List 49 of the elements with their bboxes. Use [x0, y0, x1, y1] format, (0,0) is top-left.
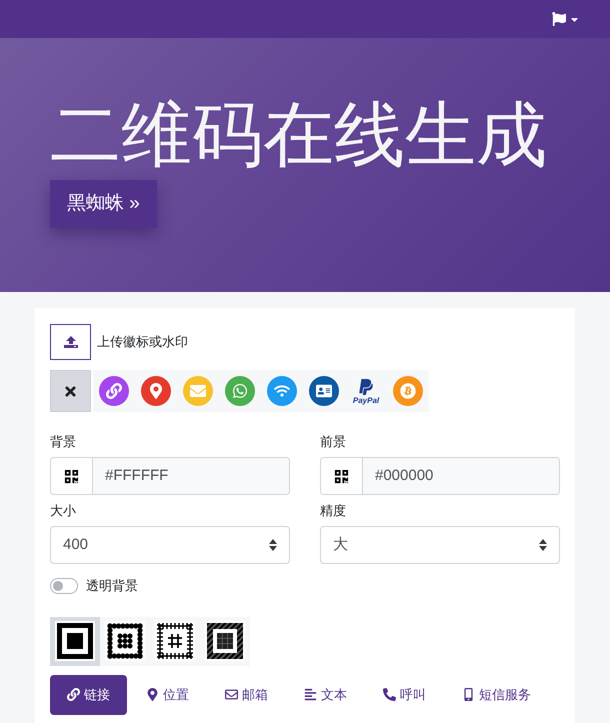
dotted-eye-icon	[107, 623, 143, 659]
toggle-switch[interactable]	[50, 578, 78, 594]
color-input-field[interactable]: #000000	[320, 457, 560, 495]
select-field[interactable]: 大	[320, 526, 560, 564]
select-field[interactable]: 400	[50, 526, 290, 564]
text-lines-icon	[304, 688, 317, 701]
tab[interactable]: 呼叫	[366, 674, 443, 714]
square-eye-icon	[57, 623, 93, 659]
link-icon	[67, 688, 80, 701]
select-arrows-icon	[269, 539, 277, 551]
close-icon	[63, 384, 78, 398]
upload-label: 上传徽标或水印	[97, 333, 188, 352]
hero-button[interactable]: 黑蜘蛛 »	[50, 180, 157, 228]
tab[interactable]: 链接	[50, 674, 127, 714]
tab[interactable]: 文本	[287, 674, 364, 714]
field-label: 背景	[50, 433, 77, 451]
envelope-icon	[225, 688, 238, 701]
id-card-icon	[309, 376, 339, 406]
map-pin-icon	[141, 376, 171, 406]
flag-icon	[551, 12, 567, 26]
phone-chat-icon	[225, 376, 255, 406]
bitcoin-icon	[393, 376, 423, 406]
tab[interactable]: 位置	[129, 674, 206, 714]
no-logo-button[interactable]	[50, 370, 91, 412]
language-dropdown-button[interactable]	[551, 12, 580, 26]
wifi-icon	[267, 376, 297, 406]
qr-code-icon	[321, 458, 363, 494]
select-arrows-icon	[539, 539, 547, 551]
envelope-icon	[183, 376, 213, 406]
qr-code-icon	[51, 458, 93, 494]
mobile-phone-icon	[462, 688, 475, 701]
link-icon	[99, 376, 129, 406]
field-label: 前景	[320, 433, 347, 451]
color-input-field[interactable]: #FFFFFF	[50, 457, 290, 495]
grid-eye-icon	[157, 623, 193, 659]
phone-icon	[383, 688, 396, 701]
upload-icon	[64, 336, 78, 348]
striped-eye-icon	[207, 623, 243, 659]
logo-wordmark: PayPal	[352, 396, 380, 404]
field-label: 大小	[50, 502, 77, 520]
upload-button[interactable]	[50, 324, 91, 360]
tab[interactable]: 邮箱	[208, 674, 285, 714]
eye-style-option[interactable]	[50, 616, 100, 666]
toggle-label: 透明背景	[86, 577, 138, 595]
map-pin-icon	[146, 688, 159, 701]
paypal-icon	[358, 378, 374, 396]
tab[interactable]: 短信服务	[445, 674, 548, 714]
hero-title: 二维码在线生成	[50, 95, 548, 177]
field-label: 精度	[320, 502, 347, 520]
